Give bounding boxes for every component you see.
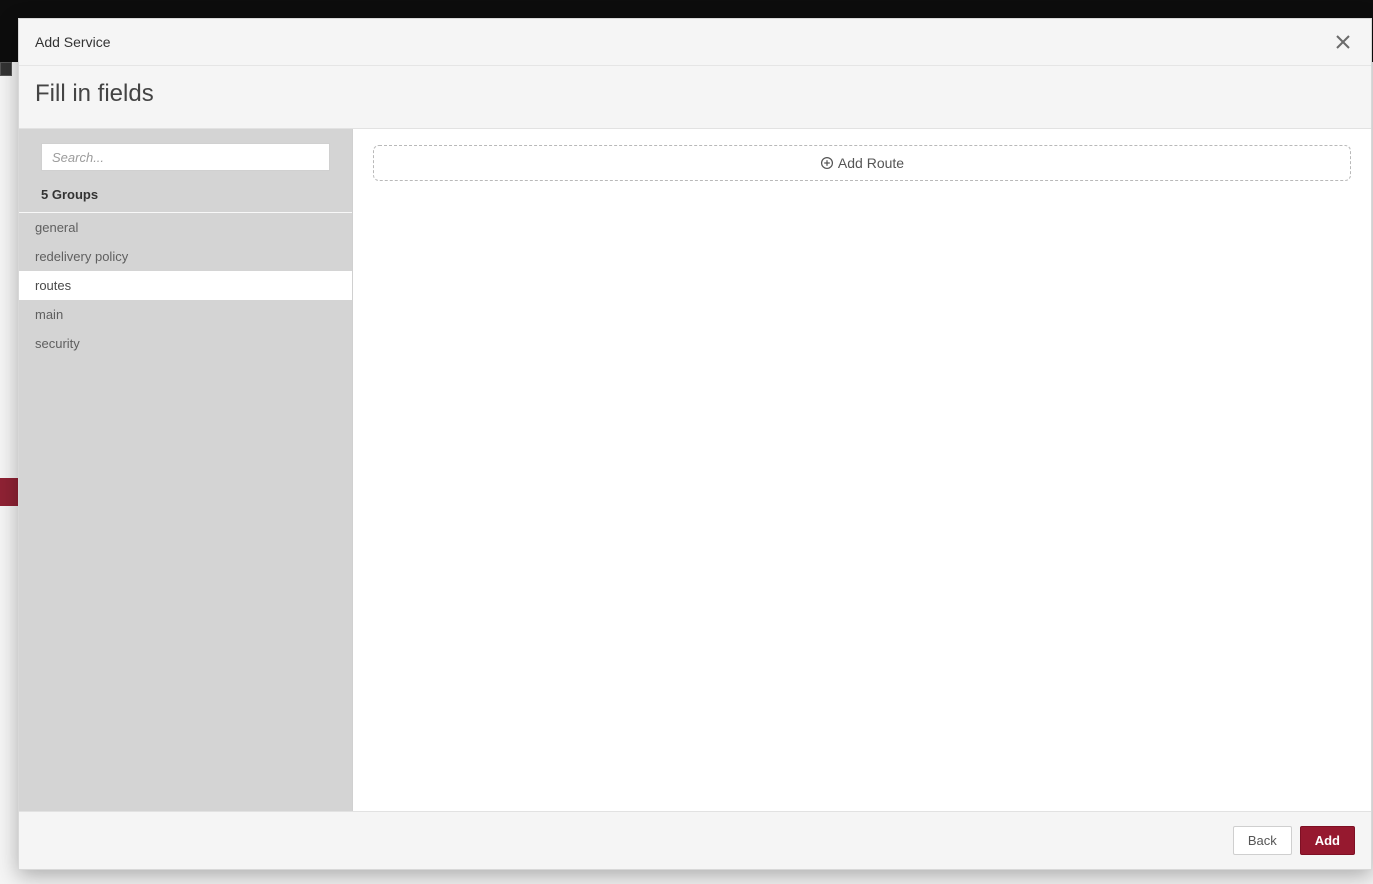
background-tree-toggle bbox=[0, 62, 12, 76]
add-service-modal: Add Service Fill in fields 5 Groups gene… bbox=[18, 18, 1372, 870]
modal-header: Add Service bbox=[19, 19, 1371, 66]
background-accent-strip bbox=[0, 478, 18, 506]
sidebar-item-main[interactable]: main bbox=[19, 300, 352, 329]
sidebar-item-routes[interactable]: routes bbox=[19, 271, 352, 300]
plus-circle-icon bbox=[820, 156, 834, 170]
modal-title: Add Service bbox=[35, 34, 110, 50]
modal-body: 5 Groups general redelivery policy route… bbox=[19, 129, 1371, 812]
close-icon bbox=[1335, 34, 1351, 50]
close-button[interactable] bbox=[1331, 30, 1355, 54]
main-area: Add Route bbox=[353, 129, 1371, 811]
groups-count-label: 5 Groups bbox=[19, 179, 352, 213]
sidebar-item-redelivery-policy[interactable]: redelivery policy bbox=[19, 242, 352, 271]
modal-footer: Back Add bbox=[19, 812, 1371, 869]
add-button[interactable]: Add bbox=[1300, 826, 1355, 855]
back-button[interactable]: Back bbox=[1233, 826, 1292, 855]
search-input[interactable] bbox=[41, 143, 330, 171]
modal-subtitle: Fill in fields bbox=[19, 66, 1371, 129]
sidebar-item-general[interactable]: general bbox=[19, 213, 352, 242]
add-route-label: Add Route bbox=[838, 155, 904, 171]
search-wrap bbox=[19, 129, 352, 179]
add-route-button[interactable]: Add Route bbox=[373, 145, 1351, 181]
sidebar: 5 Groups general redelivery policy route… bbox=[19, 129, 353, 811]
sidebar-item-security[interactable]: security bbox=[19, 329, 352, 358]
group-list: general redelivery policy routes main se… bbox=[19, 213, 352, 358]
